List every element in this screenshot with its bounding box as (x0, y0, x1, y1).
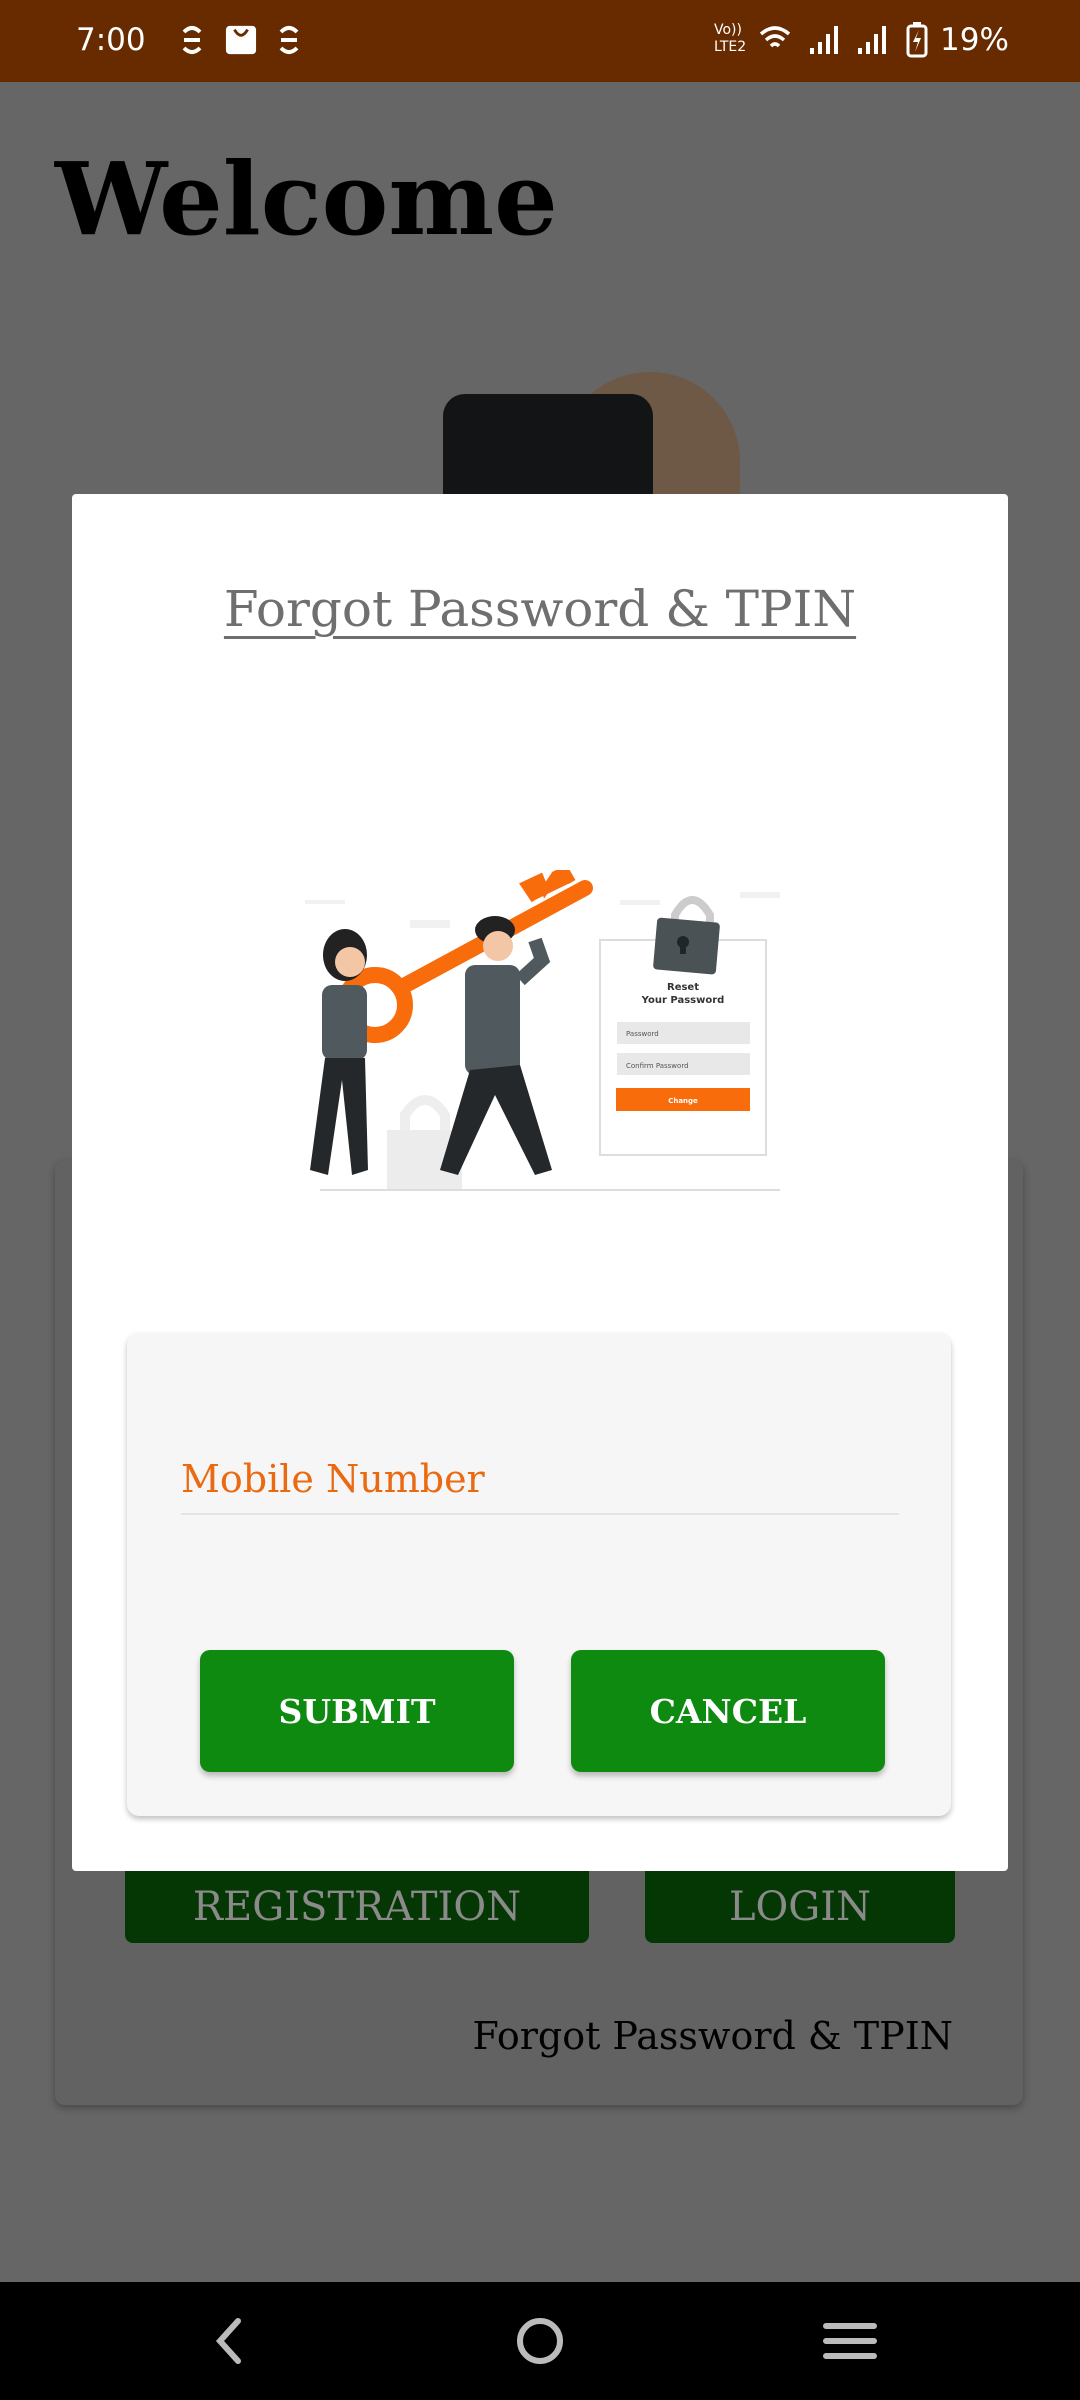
illustration-password-field: Password (626, 1030, 659, 1038)
recents-menu-icon[interactable] (810, 2306, 890, 2376)
forgot-password-dialog: Forgot Password & TPIN Reset Your Passwo… (72, 494, 1008, 1871)
shopping-bag-icon (225, 25, 257, 55)
registration-label: REGISTRATION (192, 1884, 522, 1930)
dialog-title: Forgot Password & TPIN (223, 580, 857, 638)
welcome-title: Welcome (55, 140, 558, 258)
forgot-password-link[interactable]: Forgot Password & TPIN (473, 2014, 953, 2058)
login-label: LOGIN (728, 1884, 872, 1930)
signal-icon (858, 26, 886, 54)
back-icon[interactable] (188, 2306, 268, 2376)
mobile-number-input[interactable] (181, 1445, 899, 1515)
forgot-form-card: SUBMIT CANCEL (127, 1333, 951, 1816)
notification-s-icon (182, 26, 202, 54)
notification-s-icon (279, 26, 299, 54)
illustration-confirm-field: Confirm Password (626, 1062, 689, 1070)
volte-icon: Vo)) LTE2 (714, 22, 747, 55)
navigation-bar (0, 2282, 1080, 2400)
submit-button[interactable]: SUBMIT (200, 1650, 514, 1772)
status-time: 7:00 (76, 22, 146, 58)
home-icon[interactable] (500, 2306, 580, 2376)
battery-percent: 19% (940, 22, 1009, 58)
cancel-button[interactable]: CANCEL (571, 1650, 885, 1772)
wifi-icon (759, 26, 791, 48)
illustration-change-button: Change (668, 1097, 698, 1105)
illustration-heading-2: Your Password (641, 995, 725, 1006)
status-bar: 7:00 Vo)) LTE2 19% (0, 0, 1080, 82)
reset-password-illustration: Reset Your Password Password Confirm Pas… (305, 870, 780, 1191)
battery-charging-icon (906, 22, 928, 58)
illustration-heading: Reset (667, 982, 699, 993)
signal-icon (810, 26, 838, 54)
